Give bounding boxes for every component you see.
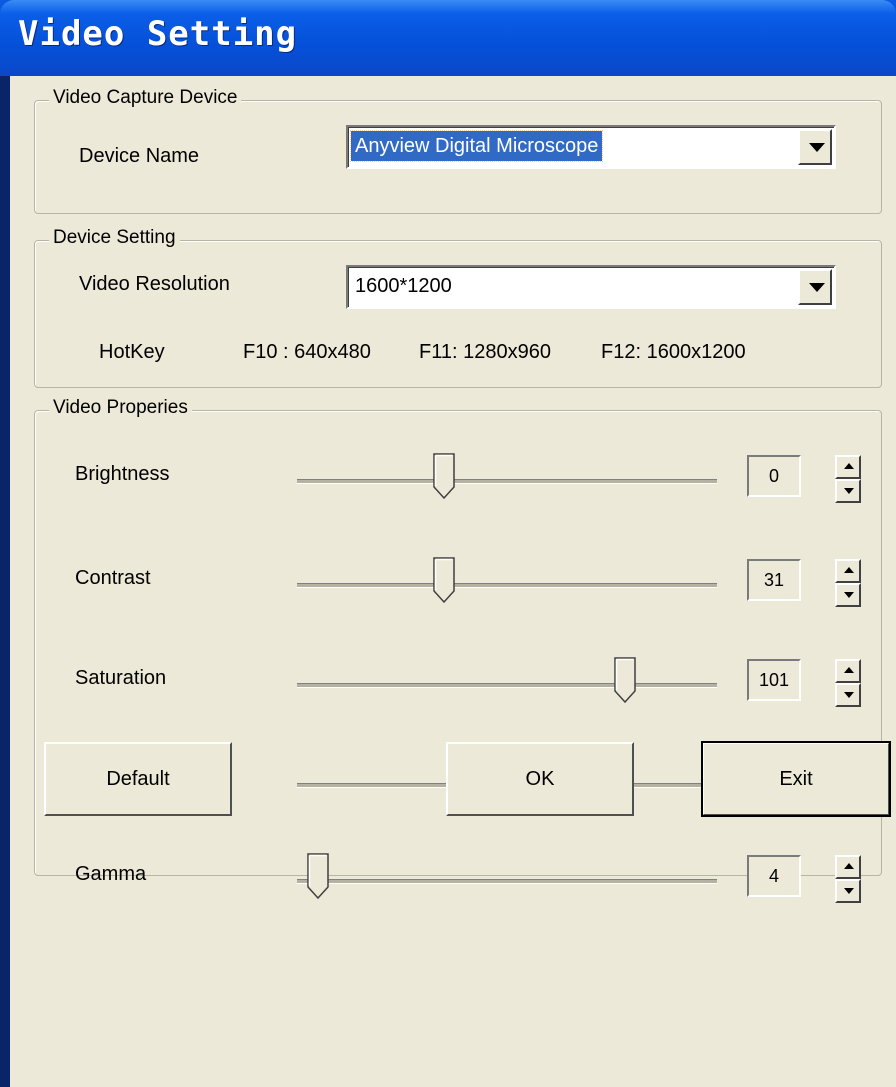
gamma-slider-thumb[interactable] — [307, 853, 329, 899]
chevron-down-icon — [809, 283, 825, 292]
contrast-spin-control — [835, 559, 861, 607]
device-setting-legend: Device Setting — [49, 227, 180, 249]
device-name-value: Anyview Digital Microscope — [349, 130, 604, 162]
gamma-slider-track[interactable] — [297, 879, 717, 884]
title-bar[interactable]: Video Setting — [0, 0, 896, 76]
device-name-dropdown-button[interactable] — [798, 129, 832, 165]
saturation-label: Saturation — [75, 667, 167, 689]
arrow-up-icon — [844, 463, 854, 469]
contrast-increment-button[interactable] — [835, 559, 861, 583]
saturation-row: Saturation 101 — [35, 657, 881, 747]
video-resolution-value: 1600*1200 — [355, 275, 452, 297]
chevron-down-icon — [809, 143, 825, 152]
default-button[interactable]: Default — [44, 742, 232, 816]
gamma-row: Gamma 4 — [35, 853, 881, 943]
hotkey-f11: F11: 1280x960 — [419, 341, 551, 363]
video-resolution-combobox[interactable]: 1600*1200 — [346, 265, 836, 309]
exit-button[interactable]: Exit — [701, 741, 891, 817]
device-name-label: Device Name — [79, 145, 200, 167]
contrast-value: 31 — [747, 559, 801, 601]
gamma-label: Gamma — [75, 863, 147, 885]
ok-button[interactable]: OK — [446, 742, 634, 816]
hotkey-f10: F10 : 640x480 — [243, 341, 371, 363]
video-setting-window: Video Setting Video Capture Device Devic… — [0, 0, 896, 1087]
saturation-value: 101 — [747, 659, 801, 701]
arrow-up-icon — [844, 667, 854, 673]
hotkey-f12: F12: 1600x1200 — [601, 341, 746, 363]
arrow-down-icon — [844, 888, 854, 894]
brightness-slider-track[interactable] — [297, 479, 717, 484]
video-capture-device-legend: Video Capture Device — [49, 87, 242, 109]
arrow-down-icon — [844, 592, 854, 598]
video-resolution-dropdown-button[interactable] — [798, 269, 832, 305]
saturation-decrement-button[interactable] — [835, 683, 861, 707]
saturation-increment-button[interactable] — [835, 659, 861, 683]
brightness-label: Brightness — [75, 463, 170, 485]
saturation-slider-track[interactable] — [297, 683, 717, 688]
brightness-decrement-button[interactable] — [835, 479, 861, 503]
brightness-value: 0 — [747, 455, 801, 497]
arrow-up-icon — [844, 863, 854, 869]
saturation-slider-thumb[interactable] — [613, 657, 636, 703]
dialog-client-area: Video Capture Device Device Name Anyview… — [10, 76, 896, 1087]
video-properties-legend: Video Properies — [49, 397, 192, 419]
brightness-increment-button[interactable] — [835, 455, 861, 479]
contrast-slider-thumb[interactable] — [433, 557, 455, 603]
contrast-label: Contrast — [75, 567, 151, 589]
gamma-decrement-button[interactable] — [835, 879, 861, 903]
window-title: Video Setting — [18, 14, 298, 54]
arrow-up-icon — [844, 567, 854, 573]
gamma-increment-button[interactable] — [835, 855, 861, 879]
gamma-spin-control — [835, 855, 861, 903]
device-setting-group: Device Setting Video Resolution 1600*120… — [34, 227, 882, 388]
arrow-down-icon — [844, 692, 854, 698]
contrast-row: Contrast 31 — [35, 557, 881, 647]
brightness-slider-thumb[interactable] — [433, 453, 455, 499]
gamma-value: 4 — [747, 855, 801, 897]
contrast-decrement-button[interactable] — [835, 583, 861, 607]
brightness-row: Brightness 0 — [35, 453, 881, 543]
contrast-slider-track[interactable] — [297, 583, 717, 588]
saturation-spin-control — [835, 659, 861, 707]
device-name-combobox[interactable]: Anyview Digital Microscope — [346, 125, 836, 169]
brightness-spin-control — [835, 455, 861, 503]
video-resolution-label: Video Resolution — [79, 273, 230, 295]
hotkey-label: HotKey — [99, 341, 165, 363]
video-capture-device-group: Video Capture Device Device Name Anyview… — [34, 87, 882, 214]
arrow-down-icon — [844, 488, 854, 494]
